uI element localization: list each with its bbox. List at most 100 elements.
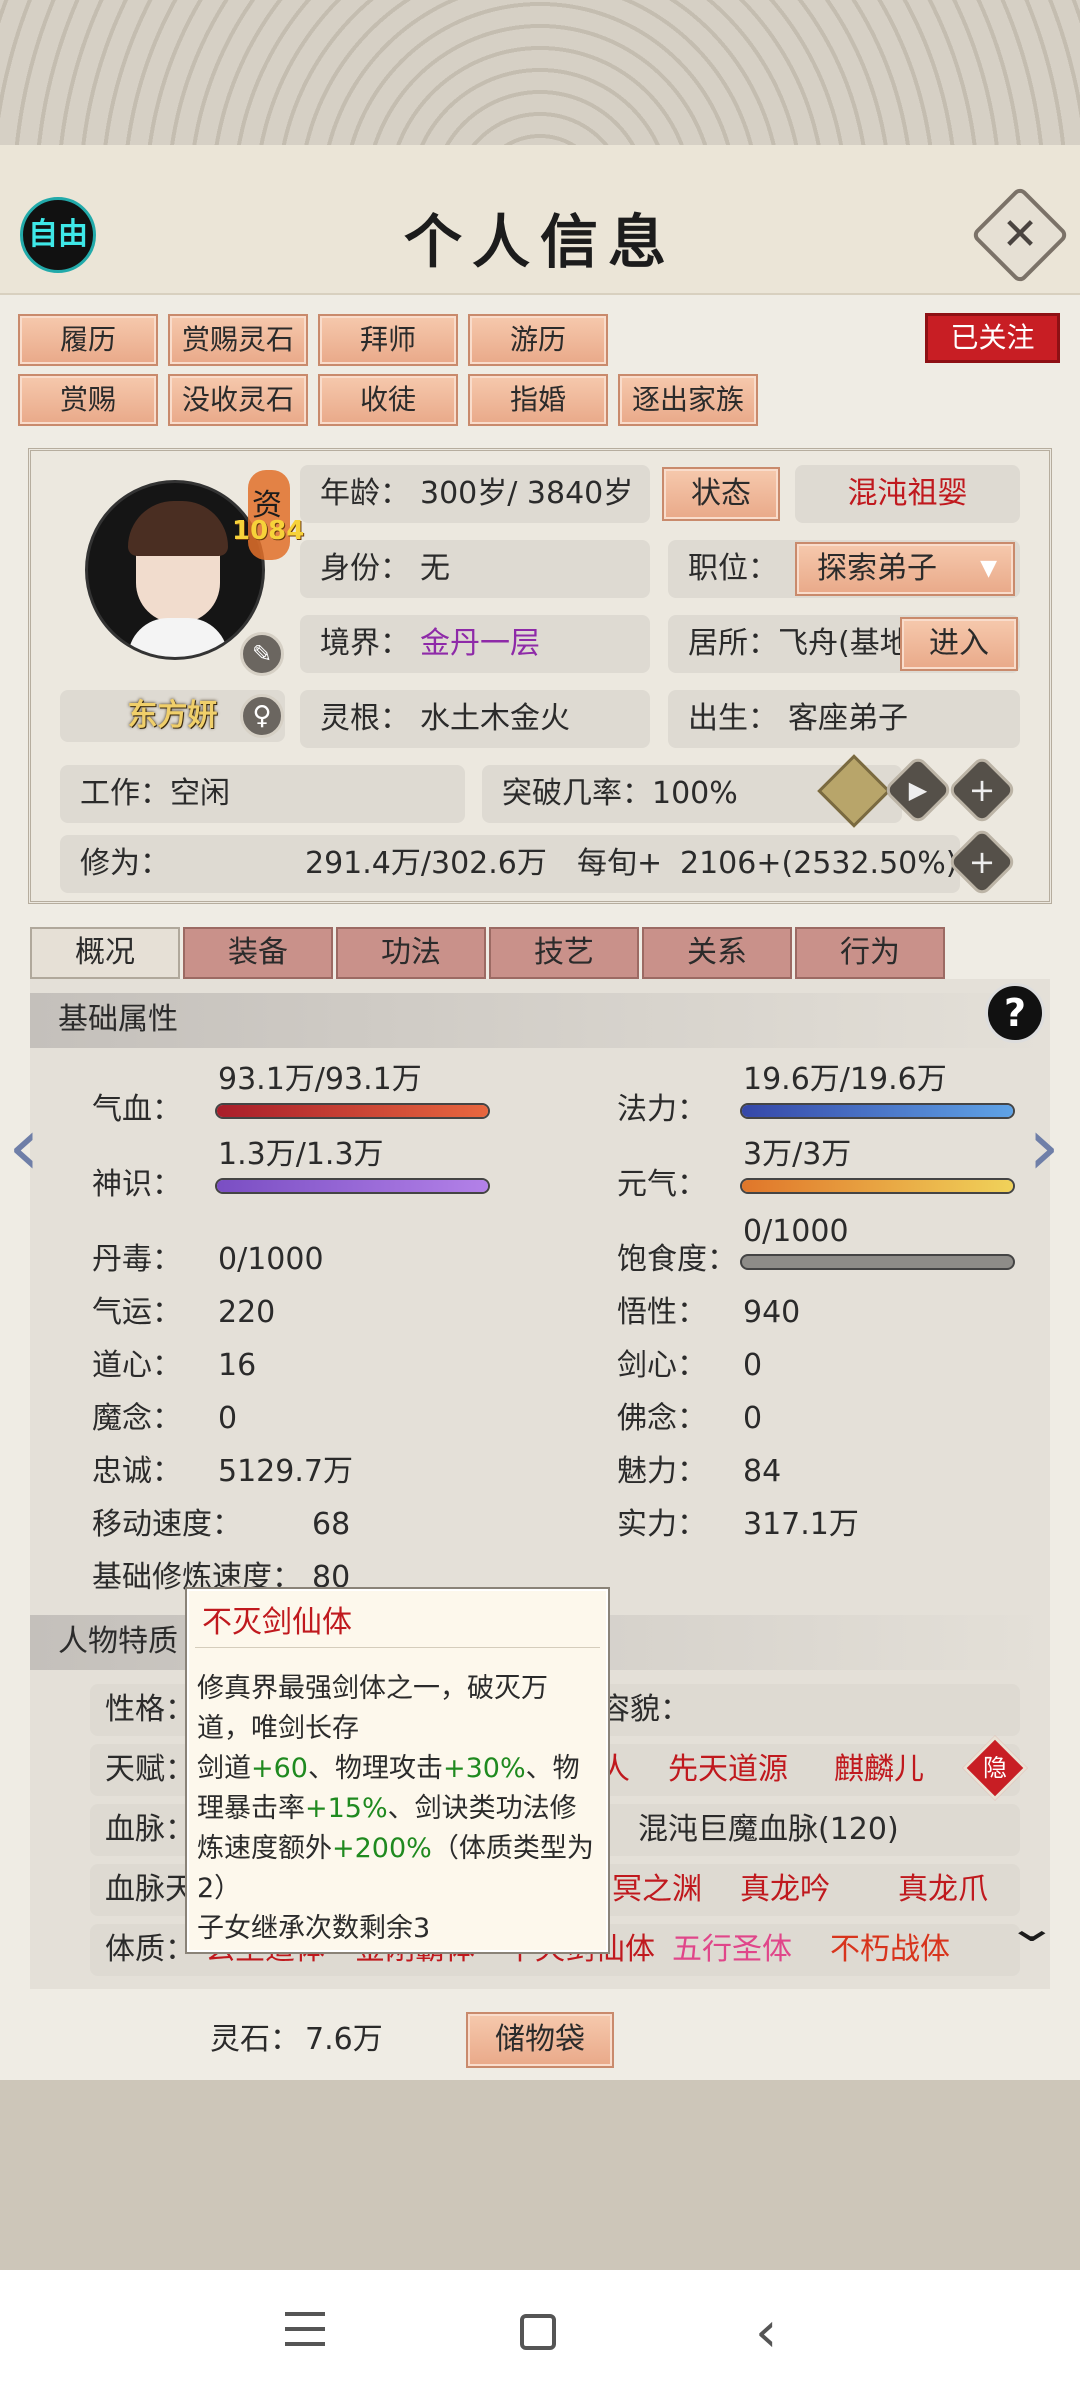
identity-label: 身份： — [320, 551, 410, 586]
tooltip-bonus-value: +15% — [305, 1793, 388, 1824]
work-label: 工作： — [80, 776, 170, 811]
stat-value: 940 — [743, 1295, 801, 1330]
close-icon: ✕ — [1001, 209, 1039, 260]
tab-relations[interactable]: 关系 — [642, 927, 792, 979]
identity-field: 身份： 无 — [300, 540, 650, 598]
residence-label: 居所： — [688, 626, 778, 661]
free-badge[interactable]: 自由 — [20, 197, 96, 273]
position-dropdown[interactable]: 探索弟子 ▼ — [795, 542, 1015, 596]
personality-label: 性格： — [105, 1692, 195, 1727]
next-arrow-icon[interactable]: › — [1028, 1100, 1060, 1193]
bloodline-skill-item[interactable]: 冥之渊 — [612, 1864, 702, 1916]
stat-label: 魅力： — [617, 1454, 707, 1489]
age-field: 年龄： 300岁/ 3840岁 — [300, 465, 650, 523]
basic-section-title: 基础属性 — [58, 1002, 178, 1037]
hp-bar-fill — [217, 1105, 488, 1117]
satiety-bar — [740, 1254, 1015, 1270]
work-field[interactable]: 工作：空闲 — [60, 765, 465, 823]
bottom-background — [0, 2080, 1080, 2270]
per-turn-value: 2106+(2532.50%) — [680, 846, 958, 881]
birth-field: 出生： 客座弟子 — [668, 690, 1020, 748]
tab-behavior[interactable]: 行为 — [795, 927, 945, 979]
tab-skills[interactable]: 技艺 — [489, 927, 639, 979]
spirit-root-label: 灵根： — [320, 701, 410, 736]
bloodline-label: 血脉： — [105, 1812, 195, 1847]
age-value: 300岁/ 3840岁 — [420, 476, 634, 511]
physique-item[interactable]: 五行圣体 — [672, 1924, 792, 1976]
storage-bag-button[interactable]: 储物袋 — [466, 2012, 614, 2068]
back-nav-icon[interactable]: ‹ — [755, 2300, 777, 2365]
chevron-down-icon: ▼ — [980, 556, 997, 581]
sense-label: 神识： — [92, 1167, 182, 1202]
bloodline-skill-item[interactable]: 真龙爪 — [898, 1864, 988, 1916]
tooltip-inherit: 子女继承次数剩余3 — [197, 1913, 431, 1944]
home-nav-icon[interactable] — [520, 2314, 556, 2350]
hp-bar — [215, 1103, 490, 1119]
bloodline-skill-label: 血脉天 — [105, 1872, 195, 1907]
basic-section-header — [30, 993, 1050, 1048]
stat-value: 0/1000 — [218, 1242, 324, 1277]
birth-value: 客座弟子 — [788, 701, 908, 736]
stat-label: 魔念： — [92, 1401, 182, 1436]
reward-spirit-stone-button[interactable]: 赏赐灵石 — [168, 314, 308, 366]
spirit-root-field: 灵根： 水土木金火 — [300, 690, 650, 748]
tooltip-divider — [195, 1647, 600, 1648]
physique-item[interactable]: 不朽战体 — [830, 1924, 950, 1976]
menu-nav-icon[interactable] — [285, 2312, 325, 2346]
reward-button[interactable]: 赏赐 — [18, 374, 158, 426]
apprentice-button[interactable]: 拜师 — [318, 314, 458, 366]
tooltip-bonus-value: +30% — [442, 1753, 526, 1784]
help-icon[interactable]: ? — [985, 983, 1045, 1043]
female-icon: ♀ — [240, 694, 284, 738]
stat-value: 220 — [218, 1295, 276, 1330]
vital-bar-fill — [742, 1180, 1013, 1192]
realm-field: 境界： 金丹一层 — [300, 615, 650, 673]
per-turn-label: 每旬+ — [577, 846, 663, 881]
hp-value: 93.1万/93.1万 — [218, 1062, 422, 1097]
expel-from-family-button[interactable]: 逐出家族 — [618, 374, 758, 426]
trait-tooltip: 不灭剑仙体 修真界最强剑体之一，破灭万道，唯剑长存 剑道+60、物理攻击+30%… — [185, 1587, 610, 1954]
bloodline-value[interactable]: 混沌巨魔血脉(120) — [638, 1804, 899, 1856]
travel-button[interactable]: 游历 — [468, 314, 608, 366]
top-background — [0, 0, 1080, 150]
breakthrough-label: 突破几率： — [502, 776, 652, 811]
prev-arrow-icon[interactable]: ‹ — [8, 1100, 40, 1193]
accept-disciple-button[interactable]: 收徒 — [318, 374, 458, 426]
realm-value: 金丹一层 — [420, 626, 540, 661]
tab-overview[interactable]: 概况 — [30, 927, 180, 979]
traits-section-title: 人物特质 — [58, 1624, 178, 1659]
cultivation-value: 291.4万/302.6万 — [305, 846, 547, 881]
stat-value: 5129.7万 — [218, 1454, 353, 1489]
stat-label: 佛念： — [617, 1401, 707, 1436]
bloodline-skill-item[interactable]: 真龙吟 — [740, 1864, 830, 1916]
followed-badge[interactable]: 已关注 — [925, 313, 1060, 363]
tab-equipment[interactable]: 装备 — [183, 927, 333, 979]
tab-techniques[interactable]: 功法 — [336, 927, 486, 979]
status-button[interactable]: 状态 — [662, 467, 780, 521]
stat-label: 移动速度： — [92, 1507, 242, 1542]
stat-value: 317.1万 — [743, 1507, 859, 1542]
hidden-toggle-label: 隐 — [983, 1754, 1007, 1782]
spirit-stone-value: 7.6万 — [305, 2022, 383, 2057]
avatar[interactable] — [85, 480, 265, 660]
talent-item[interactable]: 麒麟儿 — [834, 1744, 924, 1796]
confiscate-spirit-stone-button[interactable]: 没收灵石 — [168, 374, 308, 426]
breakthrough-value: 100% — [652, 776, 738, 811]
scroll-down-icon[interactable]: ⌄ — [1005, 1905, 1059, 1951]
resume-button[interactable]: 履历 — [18, 314, 158, 366]
edit-brush-icon[interactable]: ✎ — [240, 632, 284, 676]
realm-label: 境界： — [320, 626, 410, 661]
talent-item[interactable]: 先天道源 — [668, 1744, 788, 1796]
sense-value: 1.3万/1.3万 — [218, 1137, 384, 1172]
mana-bar-fill — [742, 1105, 1013, 1117]
tooltip-effect: 剑道+60、物理攻击+30%、物理暴击率+15%、剑诀类功法修炼速度额外+200… — [197, 1749, 597, 1909]
arrange-marriage-button[interactable]: 指婚 — [468, 374, 608, 426]
identity-value: 无 — [420, 551, 450, 586]
plus-glyph-cultivation: + — [968, 843, 996, 881]
enter-button[interactable]: 进入 — [900, 617, 1018, 671]
tooltip-effect-text: 剑道 — [197, 1753, 251, 1784]
age-label: 年龄： — [320, 476, 410, 511]
stat-label: 道心： — [92, 1348, 182, 1383]
mana-label: 法力： — [617, 1092, 707, 1127]
position-value: 探索弟子 — [817, 551, 937, 586]
